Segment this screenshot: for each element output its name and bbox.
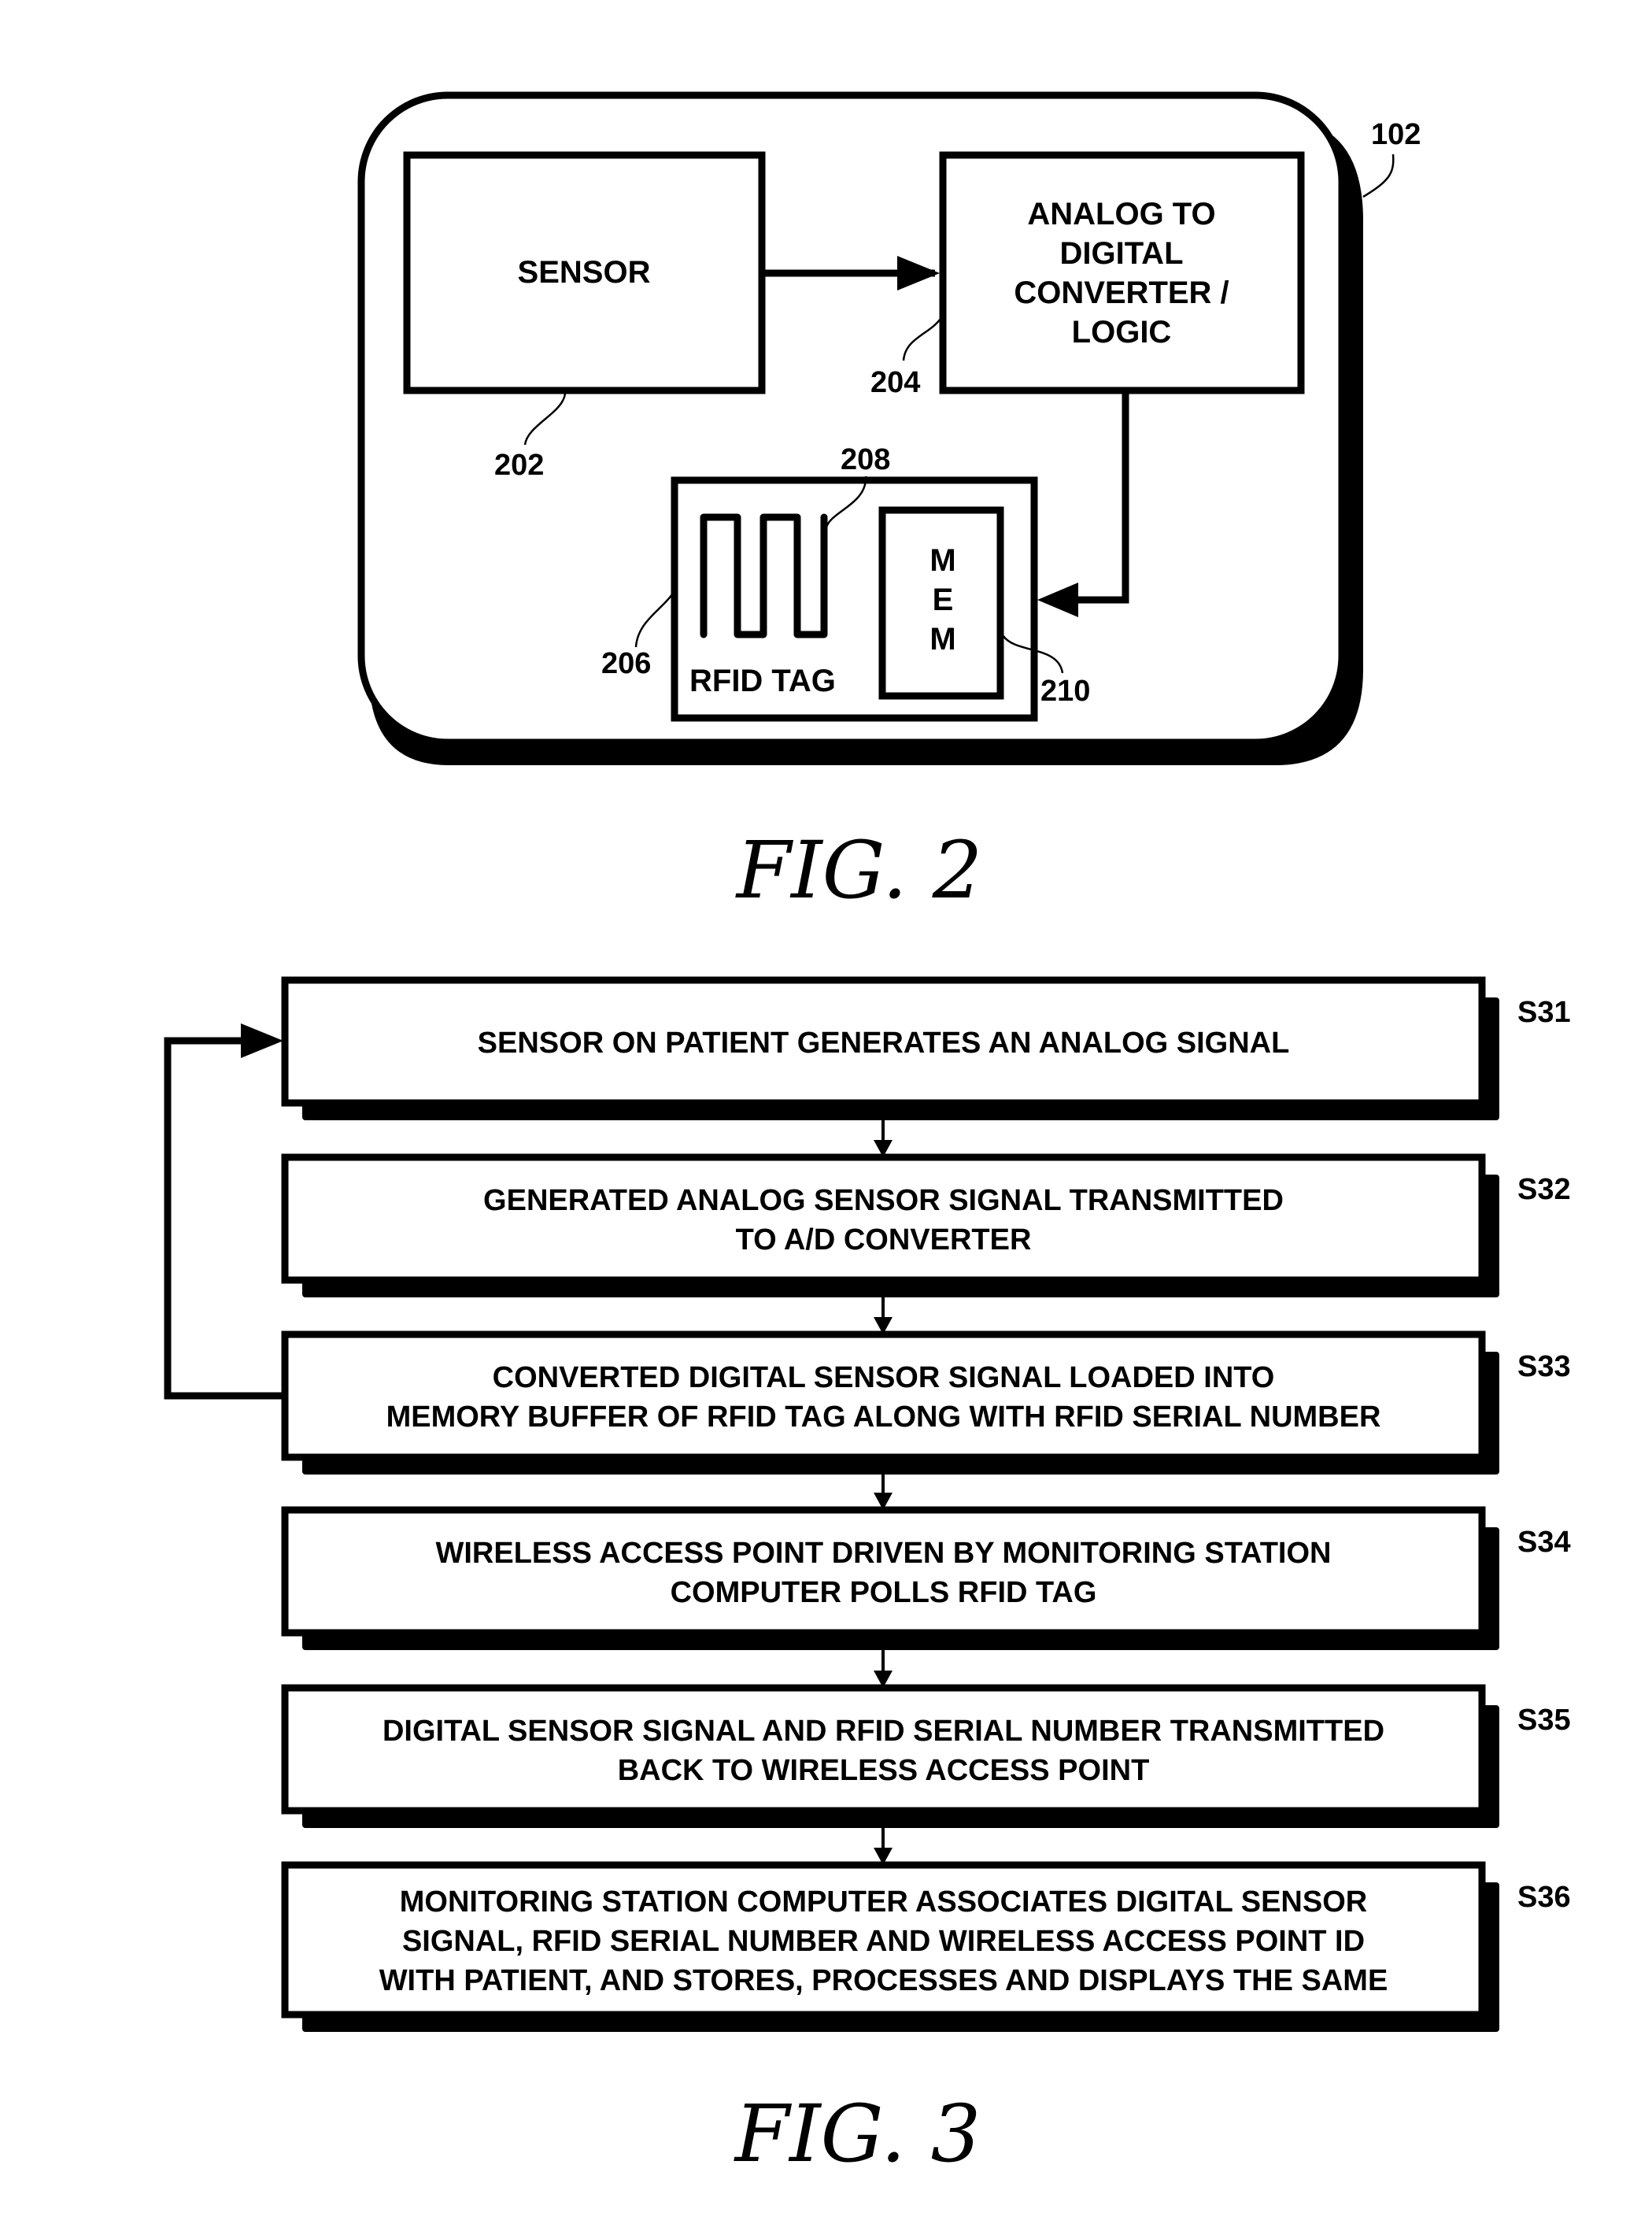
flow-step-s35: DIGITAL SENSOR SIGNAL AND RFID SERIAL NU… — [281, 1684, 1571, 1828]
step-box — [281, 1506, 1486, 1637]
step-box — [281, 1330, 1486, 1461]
step-text-line: CONVERTED DIGITAL SENSOR SIGNAL LOADED I… — [493, 1361, 1275, 1394]
adc-label-line-3: CONVERTER / — [1014, 276, 1229, 310]
step-id-label: S31 — [1517, 996, 1571, 1029]
flow-step-s33: CONVERTED DIGITAL SENSOR SIGNAL LOADED I… — [281, 1330, 1571, 1475]
memory-letter-3: M — [929, 622, 955, 657]
step-text-line: WIRELESS ACCESS POINT DRIVEN BY MONITORI… — [436, 1537, 1332, 1570]
patent-drawing-sheet: 102 SENSOR 202 ANALOG TO DIGITAL CONVERT… — [164, 91, 1571, 2180]
adc-label-line-1: ANALOG TO — [1027, 197, 1215, 231]
antenna-ref-label: 208 — [841, 443, 890, 476]
rfid-tag-ref-label: 206 — [601, 647, 651, 680]
fig3-caption: FIG. 3 — [734, 2088, 981, 2180]
fig3-flowchart: SENSOR ON PATIENT GENERATES AN ANALOG SI… — [164, 976, 1571, 2032]
step-text-line: SENSOR ON PATIENT GENERATES AN ANALOG SI… — [478, 1027, 1290, 1060]
sensor-ref-label: 202 — [494, 449, 544, 482]
step-id-label: S33 — [1517, 1350, 1571, 1383]
flow-step-s36: MONITORING STATION COMPUTER ASSOCIATES D… — [281, 1861, 1571, 2032]
flow-step-s34: WIRELESS ACCESS POINT DRIVEN BY MONITORI… — [281, 1506, 1571, 1650]
step-id-label: S35 — [1517, 1704, 1571, 1737]
flow-step-s31: SENSOR ON PATIENT GENERATES AN ANALOG SI… — [281, 976, 1571, 1120]
fig2-caption: FIG. 2 — [735, 824, 982, 916]
step-text-line: MEMORY BUFFER OF RFID TAG ALONG WITH RFI… — [386, 1401, 1381, 1434]
adc-ref-label: 204 — [870, 366, 920, 399]
rfid-tag-label: RFID TAG — [689, 664, 836, 698]
step-text-line: DIGITAL SENSOR SIGNAL AND RFID SERIAL NU… — [383, 1715, 1384, 1748]
step-text-line: MONITORING STATION COMPUTER ASSOCIATES D… — [400, 1885, 1367, 1919]
adc-label-line-4: LOGIC — [1072, 315, 1172, 350]
loop-back-arrowhead — [241, 1023, 283, 1058]
step-box — [281, 1684, 1486, 1815]
loop-back-connector — [164, 1037, 285, 1400]
memory-letter-2: E — [933, 583, 954, 617]
step-id-label: S34 — [1517, 1526, 1571, 1559]
step-text-line: COMPUTER POLLS RFID TAG — [671, 1576, 1097, 1609]
memory-letter-1: M — [929, 543, 955, 578]
sensor-label: SENSOR — [518, 255, 651, 290]
step-id-label: S36 — [1517, 1881, 1571, 1914]
adc-box — [939, 151, 1305, 394]
memory-ref-label: 210 — [1040, 675, 1090, 708]
fig2-diagram: 102 SENSOR 202 ANALOG TO DIGITAL CONVERT… — [357, 91, 1421, 916]
step-text-line: BACK TO WIRELESS ACCESS POINT — [618, 1754, 1150, 1787]
step-text-line: GENERATED ANALOG SENSOR SIGNAL TRANSMITT… — [483, 1184, 1284, 1217]
device-ref-label: 102 — [1371, 118, 1421, 151]
adc-label-line-2: DIGITAL — [1059, 236, 1183, 271]
step-text-line: TO A/D CONVERTER — [736, 1223, 1032, 1256]
step-text-line: SIGNAL, RFID SERIAL NUMBER AND WIRELESS … — [402, 1925, 1365, 1958]
step-box — [281, 1153, 1486, 1284]
device-ref-leader — [1362, 154, 1395, 198]
step-text-line: WITH PATIENT, AND STORES, PROCESSES AND … — [379, 1964, 1388, 1997]
flow-step-s32: GENERATED ANALOG SENSOR SIGNAL TRANSMITT… — [281, 1153, 1571, 1297]
step-id-label: S32 — [1517, 1173, 1571, 1206]
